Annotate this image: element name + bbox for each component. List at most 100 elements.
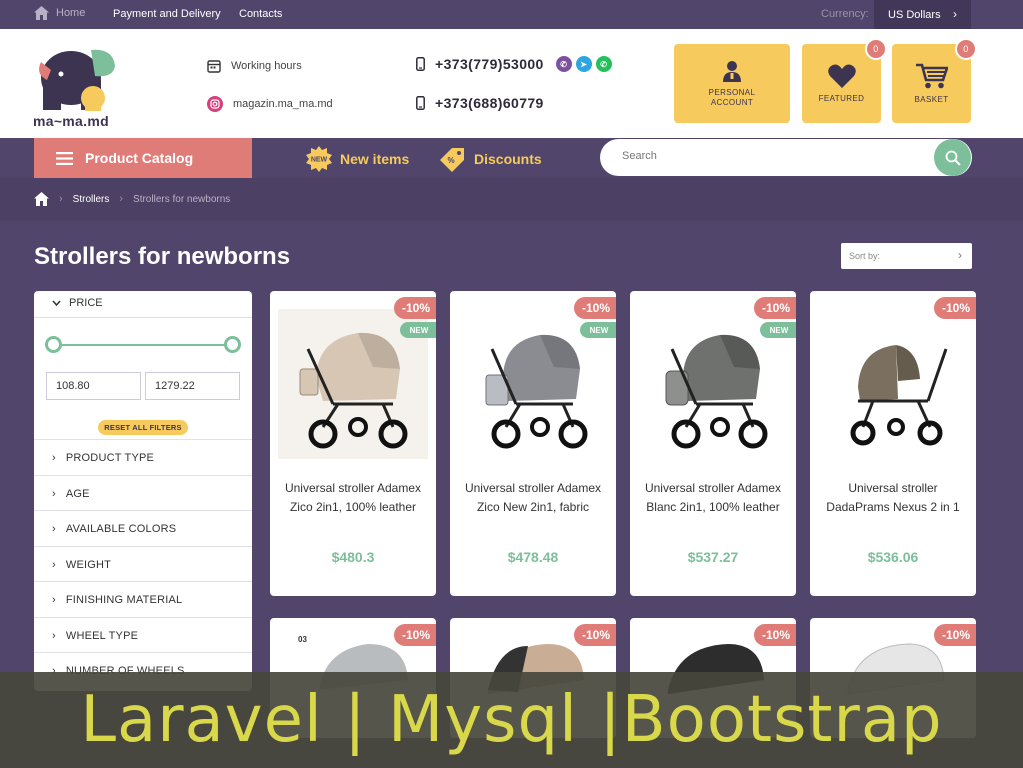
divider <box>34 317 252 318</box>
contacts-link[interactable]: Contacts <box>239 8 282 20</box>
product-price: $478.48 <box>507 549 559 565</box>
discounts-link[interactable]: % Discounts <box>438 146 542 172</box>
logo-text: ma~ma.md <box>33 113 109 129</box>
product-card[interactable]: -10% NEW Universal stroller Adamex Zico … <box>450 291 616 596</box>
discount-tag-icon: % <box>440 148 464 172</box>
price-filter-header[interactable]: PRICE <box>52 297 103 309</box>
hamburger-menu-icon <box>56 151 73 165</box>
heart-icon <box>827 64 856 88</box>
main-nav: Product Catalog NEW New items % Discount… <box>0 138 1023 178</box>
product-name[interactable]: Universal stroller DadaPrams Nexus 2 in … <box>816 479 970 517</box>
basket-button[interactable]: BASKET 0 <box>892 38 977 123</box>
basket-label: BASKET <box>914 94 949 104</box>
new-badge: NEW <box>400 322 436 338</box>
currency-value: US Dollars <box>888 8 941 21</box>
discount-badge: -10% <box>394 297 436 319</box>
home-icon[interactable] <box>34 192 49 206</box>
price-slider-min-handle[interactable] <box>45 336 62 353</box>
viber-icon[interactable]: ✆ <box>555 56 572 72</box>
chevron-right-icon: › <box>953 7 957 21</box>
search-button[interactable] <box>934 139 971 176</box>
phone-1-number: +373(779)53000 <box>435 56 544 72</box>
discounts-label: Discounts <box>474 151 542 167</box>
chevron-right-icon: › <box>52 451 56 464</box>
home-label: Home <box>56 7 86 19</box>
breadcrumb: › Strollers › Strollers for newborns <box>34 192 230 206</box>
breadcrumb-bar: › Strollers › Strollers for newborns <box>0 178 1023 221</box>
filter-label: AVAILABLE COLORS <box>65 522 177 535</box>
svg-text:%: % <box>447 156 454 165</box>
reset-filters-button[interactable]: RESET ALL FILTERS <box>98 420 188 435</box>
user-icon <box>723 60 741 82</box>
product-image[interactable] <box>818 309 968 459</box>
chevron-right-icon: › <box>52 629 56 642</box>
working-hours-label: Working hours <box>231 60 302 72</box>
filter-label: AGE <box>65 487 90 500</box>
tech-stack-banner: Laravel | Mysql |Bootstrap <box>0 672 1023 768</box>
price-max-input[interactable]: 1279.22 <box>145 372 240 400</box>
whatsapp-icon[interactable]: ✆ <box>595 56 612 72</box>
currency-selector[interactable]: US Dollars › <box>874 0 971 29</box>
sort-dropdown[interactable]: Sort by: › <box>841 243 972 269</box>
filter-label: WEIGHT <box>65 558 112 571</box>
price-min-input[interactable]: 108.80 <box>46 372 141 400</box>
top-bar: Home Payment and Delivery Contacts Curre… <box>0 0 1023 29</box>
telegram-icon[interactable]: ➤ <box>575 56 592 72</box>
discount-badge: -10% <box>574 624 616 646</box>
product-name[interactable]: Universal stroller Adamex Zico 2in1, 100… <box>276 479 430 517</box>
new-badge-icon: NEW <box>306 146 332 172</box>
personal-account-label: PERSONAL ACCOUNT <box>708 87 756 107</box>
featured-count-badge: 0 <box>865 38 887 60</box>
phone-2[interactable]: +373(688)60779 <box>416 95 544 111</box>
breadcrumb-strollers[interactable]: Strollers <box>73 194 110 205</box>
svg-text:03: 03 <box>298 635 307 644</box>
filter-weight[interactable]: › WEIGHT <box>34 546 252 582</box>
page-title: Strollers for newborns <box>34 243 291 270</box>
filter-label: FINISHING MATERIAL <box>65 593 183 606</box>
search-box <box>600 139 972 176</box>
home-link[interactable]: Home <box>34 6 85 20</box>
new-badge: NEW <box>580 322 616 338</box>
instagram-icon <box>207 96 223 112</box>
featured-label: FEATURED <box>818 93 865 103</box>
product-catalog-button[interactable]: Product Catalog <box>34 138 252 178</box>
new-badge: NEW <box>760 322 796 338</box>
currency-label: Currency: <box>821 8 869 20</box>
product-name[interactable]: Universal stroller Adamex Zico New 2in1,… <box>456 479 610 517</box>
instagram-link[interactable]: magazin.ma_ma.md <box>207 96 333 112</box>
new-items-label: New items <box>340 151 410 167</box>
new-items-link[interactable]: NEW New items <box>306 146 409 172</box>
product-card[interactable]: -10% Universal stroller DadaPrams Nexus … <box>810 291 976 596</box>
discount-badge: -10% <box>934 624 976 646</box>
phone-1[interactable]: +373(779)53000 ✆ ➤ ✆ <box>416 56 612 72</box>
mobile-phone-icon <box>416 96 425 110</box>
search-input[interactable] <box>622 150 922 162</box>
chevron-right-icon: › <box>52 487 56 500</box>
working-hours[interactable]: Working hours <box>207 59 302 73</box>
price-filter-label: PRICE <box>69 297 103 309</box>
filter-product-type[interactable]: › PRODUCT TYPE <box>34 439 252 475</box>
filter-age[interactable]: › AGE <box>34 475 252 511</box>
payment-delivery-link[interactable]: Payment and Delivery <box>113 8 221 20</box>
chevron-right-icon: › <box>59 193 63 205</box>
chevron-right-icon: › <box>52 593 56 606</box>
discount-badge: -10% <box>754 297 796 319</box>
filter-available-colors[interactable]: › AVAILABLE COLORS <box>34 510 252 546</box>
discount-badge: -10% <box>574 297 616 319</box>
chevron-right-icon: › <box>52 558 56 571</box>
product-catalog-label: Product Catalog <box>85 150 194 166</box>
featured-button[interactable]: FEATURED 0 <box>802 38 887 123</box>
price-slider-track[interactable] <box>53 344 233 346</box>
product-card[interactable]: -10% NEW Universal stroller Adamex Zico … <box>270 291 436 596</box>
filter-finishing-material[interactable]: › FINISHING MATERIAL <box>34 581 252 617</box>
filters-panel: PRICE 108.80 1279.22 RESET ALL FILTERS ›… <box>34 291 252 691</box>
breadcrumb-current: Strollers for newborns <box>133 193 231 205</box>
personal-account-button[interactable]: PERSONAL ACCOUNT <box>674 44 790 123</box>
calendar-icon <box>207 60 221 73</box>
chevron-right-icon: › <box>119 193 124 205</box>
product-card[interactable]: -10% NEW Universal stroller Adamex Blanc… <box>630 291 796 596</box>
filter-wheel-type[interactable]: › WHEEL TYPE <box>34 617 252 653</box>
product-name[interactable]: Universal stroller Adamex Blanc 2in1, 10… <box>636 479 790 517</box>
price-slider-max-handle[interactable] <box>224 336 241 353</box>
filter-label: WHEEL TYPE <box>65 629 139 642</box>
